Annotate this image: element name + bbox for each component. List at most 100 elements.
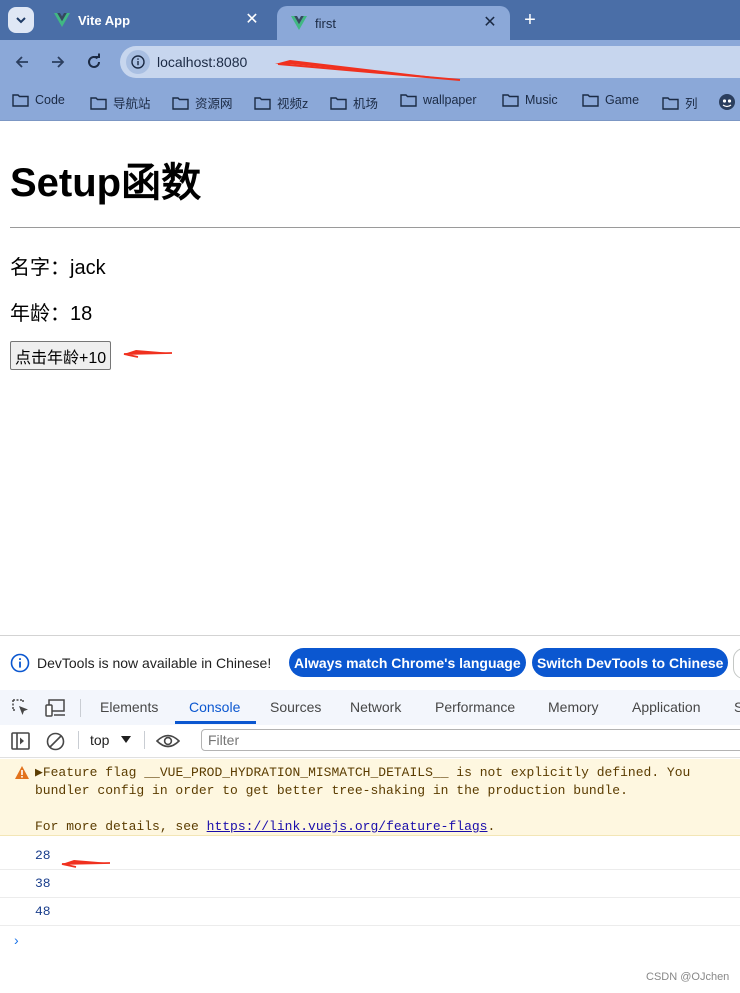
console-filter-input[interactable] [201, 729, 740, 751]
bookmark-label: 视频z [277, 97, 309, 111]
bookmark-avatar[interactable] [718, 93, 740, 111]
console-warning-message: ▶Feature flag __VUE_PROD_HYDRATION_MISMA… [0, 759, 740, 836]
bookmark-item[interactable]: 导航站 [90, 93, 151, 112]
console-log-row: 38 [0, 870, 740, 898]
bookmark-item[interactable]: wallpaper [400, 93, 477, 107]
tab-elements[interactable]: Elements [100, 699, 158, 715]
bookmark-item[interactable]: Game [582, 93, 639, 107]
info-icon [131, 55, 145, 69]
bookmark-label: 资源网 [195, 97, 233, 111]
bookmark-label: Code [35, 93, 65, 107]
clear-console-icon[interactable] [46, 732, 65, 751]
reload-icon[interactable] [84, 52, 104, 72]
warning-line-2: bundler config in order to get better tr… [35, 783, 628, 798]
browser-toolbar: localhost:8080 [0, 40, 740, 84]
info-icon [10, 653, 30, 673]
active-tab-indicator [175, 721, 256, 724]
always-match-language-button[interactable]: Always match Chrome's language [289, 648, 526, 677]
annotation-arrow-button-shaft [123, 352, 173, 358]
device-toolbar-icon[interactable] [45, 698, 67, 718]
tab-sources[interactable]: Sources [270, 699, 321, 715]
devtools-panel: DevTools is now available in Chinese! Al… [0, 635, 740, 993]
tab-network[interactable]: Network [350, 699, 401, 715]
bookmark-item[interactable]: 资源网 [172, 93, 233, 112]
warning-line-1: ▶Feature flag __VUE_PROD_HYDRATION_MISMA… [35, 765, 690, 780]
annotation-arrow-button [124, 350, 172, 354]
watermark: CSDN @OJchen [646, 971, 730, 983]
chevron-down-icon [16, 17, 26, 24]
tab-strip: Vite App ✕ first ✕ + [0, 0, 740, 40]
bookmark-item[interactable]: 视频z [254, 93, 308, 112]
tab-first[interactable]: first ✕ [277, 6, 510, 40]
folder-icon [254, 96, 271, 110]
toolbar-separator [80, 699, 81, 717]
inspect-element-icon[interactable] [11, 698, 31, 718]
folder-icon [582, 94, 599, 107]
console-toolbar: top [0, 725, 740, 758]
feature-flags-link[interactable]: https://link.vuejs.org/feature-flags [207, 819, 488, 834]
bookmark-item[interactable]: 机场 [330, 93, 378, 112]
site-info-button[interactable] [126, 50, 150, 74]
bookmark-item[interactable]: Music [502, 93, 558, 107]
warning-details-text: For more details, see [35, 819, 207, 834]
bookmark-label: 列 [685, 97, 698, 111]
page-title: Setup函数 [10, 161, 202, 205]
url-text: localhost:8080 [157, 54, 248, 70]
eye-icon[interactable] [156, 733, 180, 749]
infobar-message: DevTools is now available in Chinese! [37, 655, 272, 671]
bookmark-item[interactable]: 列 [662, 93, 698, 112]
log-value: 28 [35, 848, 51, 863]
tab-security-partial[interactable]: S [734, 699, 740, 715]
tab-close-icon[interactable]: ✕ [482, 15, 498, 31]
toolbar-separator [144, 731, 145, 749]
console-log-row: 48 [0, 898, 740, 926]
bookmark-label: 导航站 [113, 97, 151, 111]
devtools-language-infobar: DevTools is now available in Chinese! Al… [0, 636, 740, 690]
folder-icon [400, 94, 417, 107]
warning-details-suffix: . [487, 819, 496, 834]
back-arrow-icon[interactable] [12, 52, 32, 72]
switch-to-chinese-button[interactable]: Switch DevTools to Chinese [532, 648, 729, 677]
sidebar-toggle-icon[interactable] [11, 732, 31, 750]
tab-vite-app[interactable]: Vite App ✕ [40, 5, 272, 35]
dropdown-triangle-icon [121, 736, 132, 743]
folder-icon [12, 94, 29, 107]
new-tab-button[interactable]: + [520, 9, 540, 31]
bookmark-label: Music [525, 93, 558, 107]
tab-search-button[interactable] [8, 7, 34, 33]
avatar-icon [719, 94, 735, 110]
log-value: 38 [35, 876, 51, 891]
tab-close-icon[interactable]: ✕ [244, 12, 260, 28]
forward-arrow-icon[interactable] [48, 52, 68, 72]
add-age-button[interactable]: 点击年龄+10 [10, 341, 112, 370]
expand-triangle-icon[interactable]: ▶ [35, 765, 43, 780]
horizontal-rule [10, 227, 740, 228]
tab-application[interactable]: Application [632, 699, 701, 715]
tab-memory[interactable]: Memory [548, 699, 599, 715]
warning-icon [15, 766, 29, 779]
console-log-row: 28 [0, 842, 740, 870]
bookmarks-bar: Code 导航站 资源网 视频z 机场 wallpaper Music Game 列 [0, 84, 740, 121]
console-prompt[interactable]: › [14, 932, 19, 948]
context-value: top [90, 732, 110, 748]
folder-icon [502, 94, 519, 107]
toolbar-separator [78, 731, 79, 749]
vue-logo-icon [291, 16, 307, 30]
folder-icon [172, 96, 189, 110]
tab-performance[interactable]: Performance [435, 699, 515, 715]
name-text: 名字：jack [10, 257, 106, 279]
folder-icon [662, 96, 679, 110]
warning-line-3: For more details, see https://link.vuejs… [35, 819, 495, 834]
warning-text: Feature flag __VUE_PROD_HYDRATION_MISMAT… [42, 765, 691, 780]
tab-console[interactable]: Console [189, 699, 240, 715]
address-bar[interactable]: localhost:8080 [120, 46, 740, 78]
vue-logo-icon [54, 13, 70, 27]
more-infobar-button[interactable] [733, 648, 740, 679]
log-value: 48 [35, 904, 51, 919]
bookmark-label: wallpaper [423, 93, 477, 107]
age-text: 年龄：18 [10, 303, 93, 325]
bookmark-item[interactable]: Code [12, 93, 65, 107]
context-selector[interactable]: top [90, 732, 132, 748]
folder-icon [330, 96, 347, 110]
bookmark-label: 机场 [353, 97, 379, 111]
